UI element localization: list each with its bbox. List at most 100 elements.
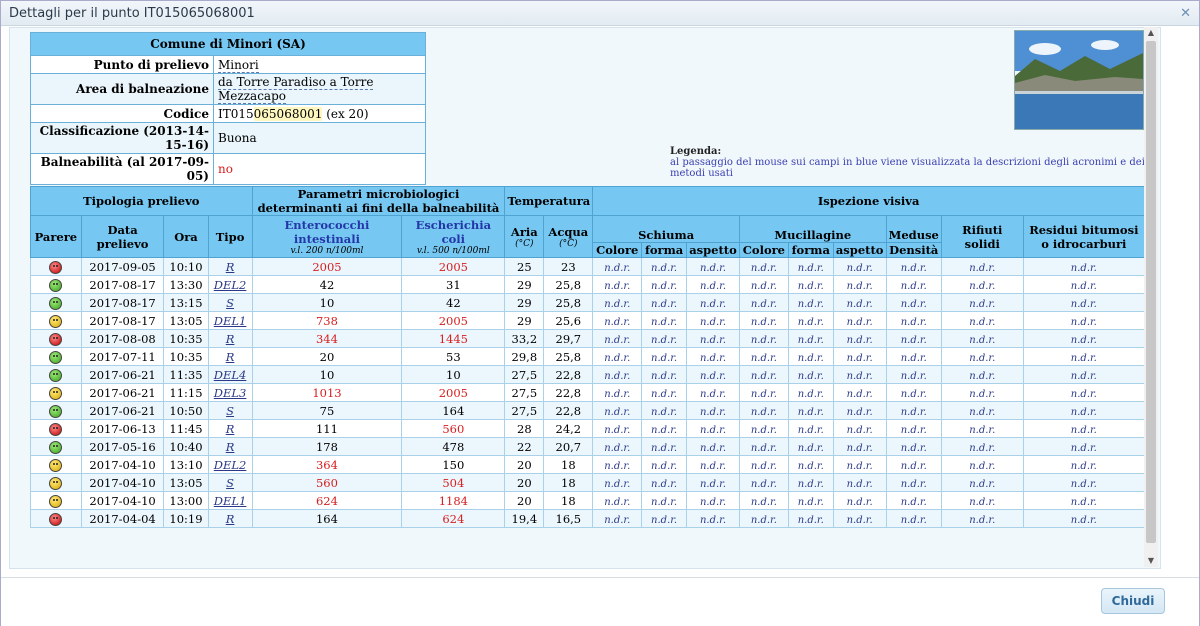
cell-ndr: n.d.r. xyxy=(592,347,643,366)
cell-ndr: n.d.r. xyxy=(686,491,740,510)
cell-ndr: n.d.r. xyxy=(641,491,688,510)
cell-ndr: n.d.r. xyxy=(885,329,942,348)
cell-tipo[interactable]: S xyxy=(207,401,253,420)
cell-parere xyxy=(30,491,82,510)
tipo-link[interactable]: DEL2 xyxy=(214,278,247,292)
cell-ndr: n.d.r. xyxy=(787,473,834,492)
tipo-link[interactable]: S xyxy=(226,296,234,310)
cell-entero: 10 xyxy=(251,365,403,384)
scrollbar-thumb[interactable] xyxy=(1146,41,1156,543)
col-entero[interactable]: Enterococchi intestinali v.l. 200 n/100ml xyxy=(251,215,403,258)
cell-ndr: n.d.r. xyxy=(787,293,834,312)
cell-ndr: n.d.r. xyxy=(686,347,740,366)
cell-ndr: n.d.r. xyxy=(686,437,740,456)
scroll-up-icon[interactable]: ▲ xyxy=(1144,27,1158,39)
cell-ndr: n.d.r. xyxy=(686,311,740,330)
cell-ndr: n.d.r. xyxy=(1022,437,1146,456)
tipo-link[interactable]: R xyxy=(226,512,235,526)
cell-ndr: n.d.r. xyxy=(1022,473,1146,492)
tipo-link[interactable]: DEL3 xyxy=(214,386,247,400)
cell-tipo[interactable]: R xyxy=(207,437,253,456)
cell-parere xyxy=(30,365,82,384)
parere-red-icon xyxy=(49,260,63,274)
close-icon[interactable]: ✕ xyxy=(1180,6,1191,21)
tipo-link[interactable]: R xyxy=(226,422,235,436)
group-temperatura: Temperatura xyxy=(504,186,594,216)
cell-tipo[interactable]: R xyxy=(207,347,253,366)
col-forma: forma xyxy=(641,242,688,258)
cell-ndr: n.d.r. xyxy=(940,509,1024,528)
cell-tipo[interactable]: DEL3 xyxy=(207,383,253,402)
cell-tipo[interactable]: S xyxy=(207,473,253,492)
col-ecoli[interactable]: Escherichia coli v.l. 500 n/100ml xyxy=(401,215,506,258)
parere-yellow-icon xyxy=(49,386,63,400)
cell-aria: 29 xyxy=(504,275,545,294)
tipo-link[interactable]: R xyxy=(226,260,235,274)
cell-tipo[interactable]: R xyxy=(207,257,253,276)
cell-ndr: n.d.r. xyxy=(686,455,740,474)
cell-ndr: n.d.r. xyxy=(641,347,688,366)
cell-aria: 28 xyxy=(504,419,545,438)
cell-ndr: n.d.r. xyxy=(686,383,740,402)
cell-ndr: n.d.r. xyxy=(738,347,789,366)
tipo-link[interactable]: DEL1 xyxy=(214,494,247,508)
tipo-link[interactable]: DEL4 xyxy=(214,368,247,382)
col-colore: Colore xyxy=(738,242,789,258)
tipo-link[interactable]: DEL1 xyxy=(214,314,247,328)
col-tipo: Tipo xyxy=(207,215,253,258)
cell-ndr: n.d.r. xyxy=(940,455,1024,474)
info-header: Comune di Minori (SA) xyxy=(30,32,426,56)
cell-tipo[interactable]: DEL4 xyxy=(207,365,253,384)
info-label: Classificazione (2013-14-15-16) xyxy=(30,122,214,154)
cell-ndr: n.d.r. xyxy=(885,347,942,366)
scroll-down-icon[interactable]: ▼ xyxy=(1144,555,1158,567)
cell-data: 2017-08-08 xyxy=(80,329,165,348)
cell-ecoli: 164 xyxy=(401,401,506,420)
cell-ndr: n.d.r. xyxy=(641,419,688,438)
cell-ndr: n.d.r. xyxy=(686,329,740,348)
cell-ndr: n.d.r. xyxy=(592,293,643,312)
cell-ndr: n.d.r. xyxy=(592,455,643,474)
cell-ndr: n.d.r. xyxy=(1022,329,1146,348)
tipo-link[interactable]: R xyxy=(226,350,235,364)
cell-ecoli: 1184 xyxy=(401,491,506,510)
cell-entero: 42 xyxy=(251,275,403,294)
cell-ndr: n.d.r. xyxy=(641,401,688,420)
cell-tipo[interactable]: R xyxy=(207,329,253,348)
cell-parere xyxy=(30,329,82,348)
cell-ndr: n.d.r. xyxy=(738,257,789,276)
dialog-body[interactable]: Comune di Minori (SA) Punto di prelievo … xyxy=(9,27,1161,569)
tipo-link[interactable]: S xyxy=(226,404,234,418)
cell-ndr: n.d.r. xyxy=(641,329,688,348)
tipo-link[interactable]: S xyxy=(226,476,234,490)
tipo-link[interactable]: R xyxy=(226,440,235,454)
cell-parere xyxy=(30,473,82,492)
parere-red-icon xyxy=(49,512,63,526)
col-ora: Ora xyxy=(163,215,209,258)
cell-tipo[interactable]: R xyxy=(207,419,253,438)
cell-ndr: n.d.r. xyxy=(592,473,643,492)
tipo-link[interactable]: R xyxy=(226,332,235,346)
tipo-link[interactable]: DEL2 xyxy=(214,458,247,472)
cell-ora: 11:35 xyxy=(163,365,209,384)
cell-tipo[interactable]: S xyxy=(207,293,253,312)
close-button[interactable]: Chiudi xyxy=(1101,588,1165,614)
cell-tipo[interactable]: DEL1 xyxy=(207,311,253,330)
cell-tipo[interactable]: DEL1 xyxy=(207,491,253,510)
cell-acqua: 29,7 xyxy=(543,329,594,348)
cell-parere xyxy=(30,257,82,276)
parere-green-icon xyxy=(49,278,63,292)
table-row: 2017-06-13 11:45 R 111 560 28 24,2 n.d.r. n.d.r.… xyxy=(30,419,1146,438)
cell-ora: 11:15 xyxy=(163,383,209,402)
cell-tipo[interactable]: DEL2 xyxy=(207,275,253,294)
cell-ndr: n.d.r. xyxy=(787,257,834,276)
cell-acqua: 18 xyxy=(543,473,594,492)
cell-tipo[interactable]: DEL2 xyxy=(207,455,253,474)
vertical-scrollbar[interactable]: ▲ ▼ xyxy=(1144,27,1158,567)
cell-entero: 624 xyxy=(251,491,403,510)
cell-ndr: n.d.r. xyxy=(641,293,688,312)
cell-tipo[interactable]: R xyxy=(207,509,253,528)
cell-acqua: 22,8 xyxy=(543,365,594,384)
cell-aria: 29 xyxy=(504,293,545,312)
cell-ndr: n.d.r. xyxy=(1022,509,1146,528)
